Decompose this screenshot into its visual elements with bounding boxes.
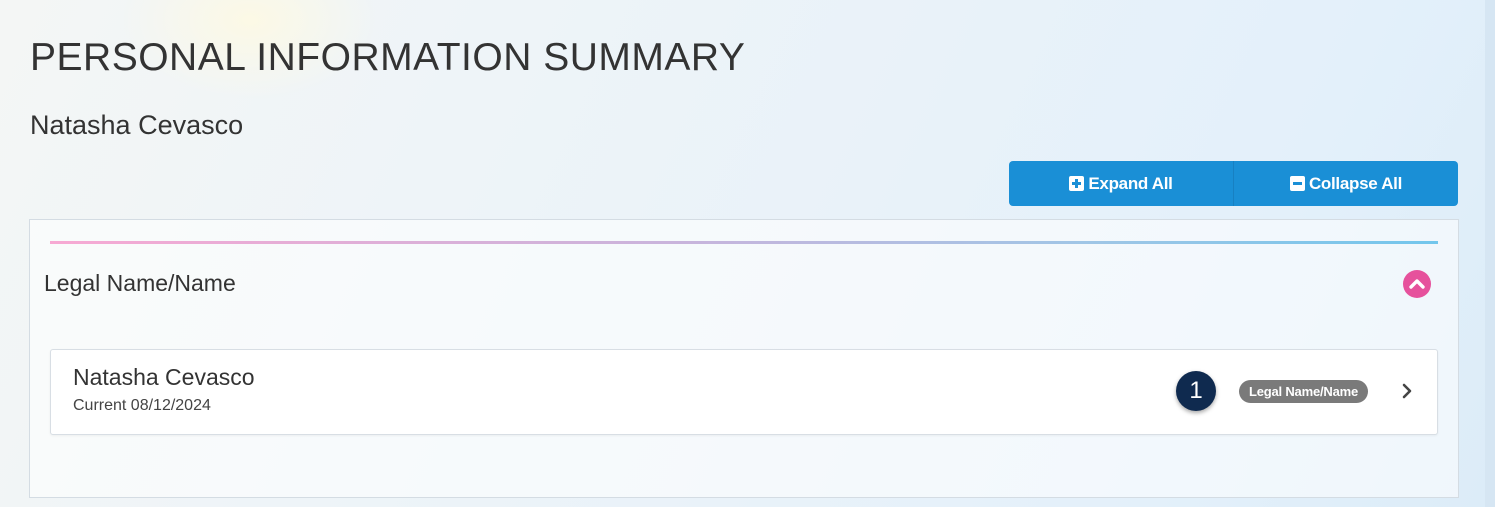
person-name: Natasha Cevasco (30, 110, 244, 140)
minus-square-icon (1289, 176, 1305, 191)
chevron-up-circle-icon (1409, 279, 1425, 289)
expand-all-button[interactable]: Expand All (1009, 161, 1233, 206)
section-title: Legal Name/Name (44, 270, 236, 296)
record-status: Current 08/12/2024 (73, 397, 211, 414)
collapse-all-label: Collapse All (1308, 173, 1403, 193)
record-card[interactable]: Natasha Cevasco Current 08/12/2024 1 Leg… (50, 349, 1438, 435)
record-count-badge: 1 (1176, 371, 1216, 411)
expand-collapse-toolbar: Expand All Collapse All (1009, 161, 1458, 206)
expand-all-label: Expand All (1088, 173, 1173, 193)
legal-name-section: Legal Name/Name Natasha Cevasco Current … (29, 219, 1459, 498)
page-title: PERSONAL INFORMATION SUMMARY (30, 36, 746, 79)
plus-square-icon (1069, 176, 1085, 191)
collapse-all-button[interactable]: Collapse All (1233, 161, 1458, 206)
record-type-tag: Legal Name/Name (1239, 380, 1368, 403)
section-collapse-toggle[interactable] (1403, 270, 1431, 298)
page-edge (1485, 0, 1495, 507)
record-name: Natasha Cevasco (73, 364, 255, 390)
chevron-right-icon[interactable] (1399, 381, 1415, 401)
section-accent-bar (50, 241, 1438, 244)
